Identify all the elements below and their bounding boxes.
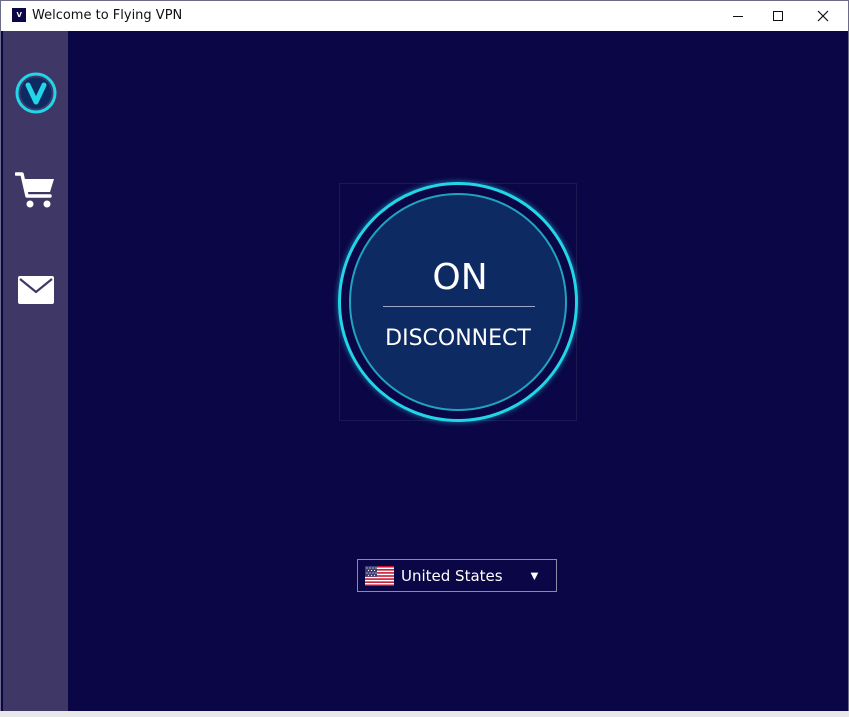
main-panel: ON DISCONNECT United States ▼	[68, 31, 848, 712]
app-icon: V	[12, 8, 26, 22]
app-window: V Welcome to Flying VPN ON DISCONNECT Un…	[0, 0, 849, 717]
sidebar-item-messages[interactable]	[3, 275, 68, 305]
sidebar	[3, 31, 68, 712]
chevron-down-icon: ▼	[528, 568, 541, 583]
selected-country: United States	[401, 567, 503, 585]
country-select[interactable]: United States ▼	[357, 559, 557, 592]
us-flag-icon	[365, 566, 394, 586]
title-bar: V Welcome to Flying VPN	[1, 1, 848, 31]
mail-icon	[17, 276, 54, 304]
connection-control: ON DISCONNECT	[338, 182, 578, 422]
sidebar-item-home[interactable]	[3, 71, 68, 115]
disconnect-button[interactable]: DISCONNECT	[351, 326, 565, 351]
v-logo-icon	[15, 72, 56, 114]
minimize-icon	[733, 15, 743, 17]
background-strip	[0, 711, 849, 717]
close-button[interactable]	[801, 1, 845, 31]
minimize-button[interactable]	[716, 1, 760, 31]
app-icon-letter: V	[16, 11, 22, 19]
sidebar-item-store[interactable]	[3, 171, 68, 211]
close-icon	[817, 10, 829, 22]
connection-button[interactable]: ON DISCONNECT	[349, 193, 567, 411]
window-title: Welcome to Flying VPN	[32, 8, 183, 23]
status-divider	[383, 306, 535, 307]
maximize-button[interactable]	[756, 1, 800, 31]
connection-status: ON	[432, 257, 488, 298]
cart-icon	[14, 172, 54, 208]
maximize-icon	[773, 11, 783, 21]
